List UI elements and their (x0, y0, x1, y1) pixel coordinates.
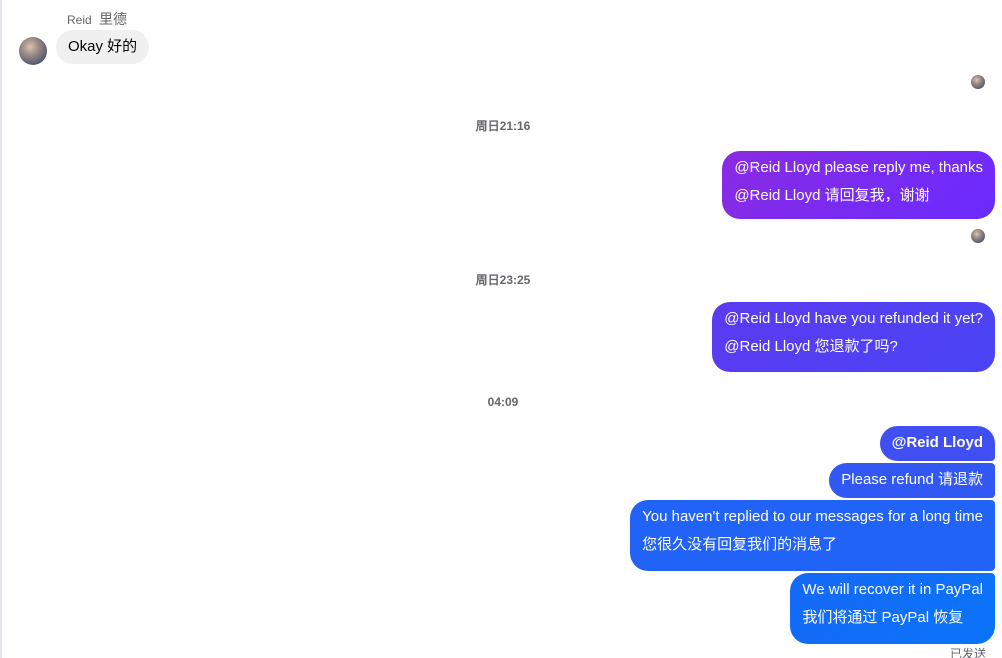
message-status: 已发送 (949, 647, 986, 658)
message-line: You haven't replied to our messages for … (642, 508, 983, 525)
outgoing-message-bubble[interactable]: Please refund 请退款 (829, 463, 995, 498)
sender-name-chinese: 里德 (99, 11, 128, 27)
message-line: @Reid Lloyd 您退款了吗? (724, 338, 898, 355)
chat-thread: Reid 里德 Okay 好的 周日21:16 @Reid Lloyd plea… (0, 0, 1002, 658)
outgoing-message-bubble[interactable]: We will recover it in PayPal 我们将通过 PayPa… (790, 573, 995, 644)
timestamp: 周日21:16 (475, 119, 531, 133)
message-line: 您很久没有回复我们的消息了 (642, 536, 838, 553)
read-receipt-avatar (971, 75, 985, 89)
timestamp: 04:09 (487, 395, 519, 409)
sender-avatar[interactable] (19, 37, 47, 65)
message-line: 我们将通过 PayPal 恢复 (802, 609, 964, 626)
sender-name-latin: Reid (67, 13, 92, 27)
message-line: @Reid Lloyd (891, 434, 983, 451)
message-line: @Reid Lloyd please reply me, thanks (734, 159, 983, 176)
outgoing-message-bubble[interactable]: You haven't replied to our messages for … (630, 500, 995, 571)
read-receipt-avatar (971, 229, 985, 243)
message-line: Please refund 请退款 (841, 471, 983, 488)
message-line: @Reid Lloyd have you refunded it yet? (724, 310, 983, 327)
message-line: @Reid Lloyd 请回复我，谢谢 (734, 187, 930, 204)
timestamp: 周日23:25 (475, 273, 531, 287)
outgoing-message-bubble[interactable]: @Reid Lloyd (879, 426, 995, 461)
message-line: We will recover it in PayPal (802, 581, 983, 598)
outgoing-message-bubble[interactable]: @Reid Lloyd please reply me, thanks @Rei… (722, 151, 995, 219)
sender-name: Reid 里德 (67, 9, 127, 29)
incoming-message-bubble[interactable]: Okay 好的 (56, 30, 150, 64)
outgoing-message-bubble[interactable]: @Reid Lloyd have you refunded it yet? @R… (712, 302, 995, 372)
